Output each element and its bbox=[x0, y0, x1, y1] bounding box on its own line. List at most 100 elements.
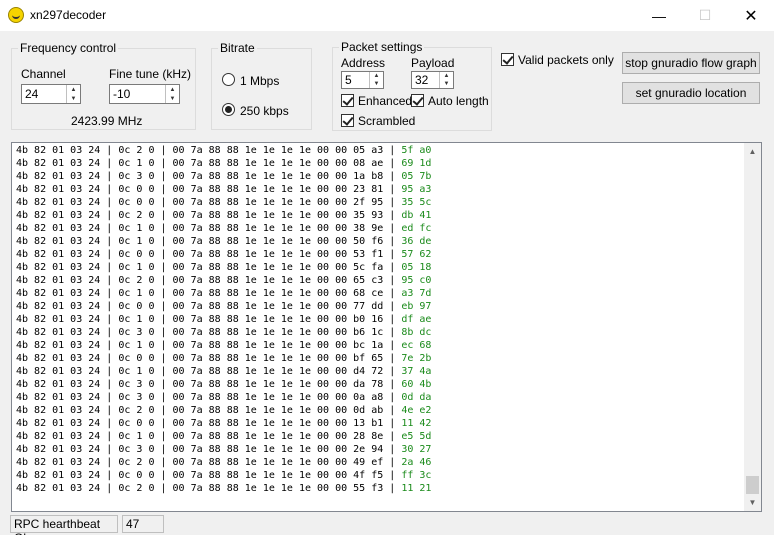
minimize-button[interactable]: — bbox=[636, 0, 682, 31]
log-line-bytes: 4b 82 01 03 24 | 0c 2 0 | 00 7a 88 88 1e… bbox=[16, 405, 402, 416]
channel-spinbox[interactable]: 24 ▲ ▼ bbox=[21, 84, 81, 104]
auto-length-label[interactable]: Auto length bbox=[428, 94, 489, 108]
log-line: 4b 82 01 03 24 | 0c 1 0 | 00 7a 88 88 1e… bbox=[16, 222, 431, 235]
stop-flow-graph-button[interactable]: stop gnuradio flow graph bbox=[622, 52, 760, 74]
chevron-down-icon[interactable]: ▼ bbox=[67, 94, 80, 103]
log-line: 4b 82 01 03 24 | 0c 0 0 | 00 7a 88 88 1e… bbox=[16, 248, 431, 261]
log-line-crc: 4e e2 bbox=[401, 405, 432, 416]
log-line: 4b 82 01 03 24 | 0c 3 0 | 00 7a 88 88 1e… bbox=[16, 326, 431, 339]
log-line-crc: 5f a0 bbox=[401, 145, 432, 156]
chevron-up-icon[interactable]: ▲ bbox=[67, 85, 80, 94]
valid-packets-checkbox[interactable] bbox=[501, 53, 514, 66]
maximize-button[interactable]: ☐ bbox=[682, 0, 728, 31]
window-title: xn297decoder bbox=[30, 8, 107, 22]
log-line: 4b 82 01 03 24 | 0c 3 0 | 00 7a 88 88 1e… bbox=[16, 170, 431, 183]
frequency-control-title: Frequency control bbox=[18, 41, 119, 55]
payload-spinbox[interactable]: 32 ▲ ▼ bbox=[411, 71, 454, 89]
log-line: 4b 82 01 03 24 | 0c 3 0 | 00 7a 88 88 1e… bbox=[16, 443, 431, 456]
log-line-bytes: 4b 82 01 03 24 | 0c 1 0 | 00 7a 88 88 1e… bbox=[16, 288, 402, 299]
enhanced-label[interactable]: Enhanced bbox=[358, 94, 412, 108]
log-line-crc: 0d da bbox=[401, 392, 432, 403]
address-label: Address bbox=[341, 56, 386, 70]
chevron-down-icon[interactable]: ▼ bbox=[440, 80, 453, 88]
log-line: 4b 82 01 03 24 | 0c 1 0 | 00 7a 88 88 1e… bbox=[16, 261, 431, 274]
packet-settings-group: Packet settings Address 5 ▲ ▼ Payload 32… bbox=[332, 40, 492, 131]
log-line-bytes: 4b 82 01 03 24 | 0c 2 0 | 00 7a 88 88 1e… bbox=[16, 145, 402, 156]
log-line-crc: 8b dc bbox=[401, 327, 432, 338]
packet-settings-title: Packet settings bbox=[339, 40, 425, 54]
chevron-up-icon[interactable]: ▲ bbox=[370, 72, 383, 80]
scroll-up-icon[interactable]: ▲ bbox=[744, 143, 761, 160]
set-gnuradio-location-button[interactable]: set gnuradio location bbox=[622, 82, 760, 104]
valid-packets-label[interactable]: Valid packets only bbox=[518, 53, 614, 67]
log-line-bytes: 4b 82 01 03 24 | 0c 3 0 | 00 7a 88 88 1e… bbox=[16, 171, 402, 182]
log-line: 4b 82 01 03 24 | 0c 1 0 | 00 7a 88 88 1e… bbox=[16, 287, 431, 300]
frequency-display: 2423.99 MHz bbox=[71, 114, 143, 128]
log-line-bytes: 4b 82 01 03 24 | 0c 0 0 | 00 7a 88 88 1e… bbox=[16, 197, 402, 208]
log-line: 4b 82 01 03 24 | 0c 1 0 | 00 7a 88 88 1e… bbox=[16, 339, 431, 352]
log-line-crc: 05 18 bbox=[401, 262, 432, 273]
log-line-bytes: 4b 82 01 03 24 | 0c 2 0 | 00 7a 88 88 1e… bbox=[16, 457, 402, 468]
log-line-bytes: 4b 82 01 03 24 | 0c 1 0 | 00 7a 88 88 1e… bbox=[16, 236, 402, 247]
log-line: 4b 82 01 03 24 | 0c 0 0 | 00 7a 88 88 1e… bbox=[16, 469, 431, 482]
scrambled-label[interactable]: Scrambled bbox=[358, 114, 415, 128]
log-line-bytes: 4b 82 01 03 24 | 0c 0 0 | 00 7a 88 88 1e… bbox=[16, 184, 402, 195]
packet-log-lines: 4b 82 01 03 24 | 0c 2 0 | 00 7a 88 88 1e… bbox=[16, 144, 431, 495]
bitrate-250kbps-radio[interactable] bbox=[222, 103, 235, 116]
bitrate-1mbps-radio[interactable] bbox=[222, 73, 235, 86]
log-line: 4b 82 01 03 24 | 0c 0 0 | 00 7a 88 88 1e… bbox=[16, 183, 431, 196]
log-line-crc: 11 21 bbox=[401, 483, 432, 494]
log-line: 4b 82 01 03 24 | 0c 2 0 | 00 7a 88 88 1e… bbox=[16, 209, 431, 222]
log-line: 4b 82 01 03 24 | 0c 1 0 | 00 7a 88 88 1e… bbox=[16, 157, 431, 170]
chevron-down-icon[interactable]: ▼ bbox=[166, 94, 179, 103]
scroll-thumb[interactable] bbox=[746, 476, 759, 494]
close-button[interactable]: ✕ bbox=[728, 0, 774, 31]
log-line: 4b 82 01 03 24 | 0c 0 0 | 00 7a 88 88 1e… bbox=[16, 417, 431, 430]
log-line-crc: 05 7b bbox=[401, 171, 432, 182]
address-spinbox[interactable]: 5 ▲ ▼ bbox=[341, 71, 384, 89]
channel-label: Channel bbox=[21, 67, 66, 81]
log-line-bytes: 4b 82 01 03 24 | 0c 1 0 | 00 7a 88 88 1e… bbox=[16, 262, 402, 273]
rpc-status: RPC hearthbeat Ok bbox=[10, 515, 118, 535]
log-line: 4b 82 01 03 24 | 0c 2 0 | 00 7a 88 88 1e… bbox=[16, 404, 431, 417]
log-line-crc: e5 5d bbox=[401, 431, 432, 442]
log-line-crc: 30 27 bbox=[401, 444, 432, 455]
log-line-crc: a3 7d bbox=[401, 288, 432, 299]
title-bar: xn297decoder — ☐ ✕ bbox=[0, 0, 774, 31]
log-line-bytes: 4b 82 01 03 24 | 0c 0 0 | 00 7a 88 88 1e… bbox=[16, 353, 402, 364]
log-scrollbar[interactable]: ▲ ▼ bbox=[744, 143, 761, 511]
log-line: 4b 82 01 03 24 | 0c 2 0 | 00 7a 88 88 1e… bbox=[16, 456, 431, 469]
log-line-bytes: 4b 82 01 03 24 | 0c 0 0 | 00 7a 88 88 1e… bbox=[16, 418, 402, 429]
payload-label: Payload bbox=[411, 56, 455, 70]
log-line: 4b 82 01 03 24 | 0c 3 0 | 00 7a 88 88 1e… bbox=[16, 391, 431, 404]
log-line-bytes: 4b 82 01 03 24 | 0c 3 0 | 00 7a 88 88 1e… bbox=[16, 379, 402, 390]
log-line: 4b 82 01 03 24 | 0c 0 0 | 00 7a 88 88 1e… bbox=[16, 352, 431, 365]
log-line-crc: 95 a3 bbox=[401, 184, 432, 195]
scroll-down-icon[interactable]: ▼ bbox=[744, 494, 761, 511]
auto-length-checkbox[interactable] bbox=[411, 94, 424, 107]
chevron-up-icon[interactable]: ▲ bbox=[166, 85, 179, 94]
log-line-crc: db 41 bbox=[401, 210, 432, 221]
fine-tune-spinbox[interactable]: -10 ▲ ▼ bbox=[109, 84, 180, 104]
bitrate-title: Bitrate bbox=[218, 41, 257, 55]
payload-value: 32 bbox=[415, 73, 429, 87]
log-line-crc: 37 4a bbox=[401, 366, 432, 377]
log-line-crc: eb 97 bbox=[401, 301, 432, 312]
log-line: 4b 82 01 03 24 | 0c 2 0 | 00 7a 88 88 1e… bbox=[16, 482, 431, 495]
packet-log[interactable]: 4b 82 01 03 24 | 0c 2 0 | 00 7a 88 88 1e… bbox=[11, 142, 762, 512]
log-line-crc: 36 de bbox=[401, 236, 432, 247]
log-line-crc: 57 62 bbox=[401, 249, 432, 260]
scrambled-checkbox[interactable] bbox=[341, 114, 354, 127]
bitrate-1mbps-label[interactable]: 1 Mbps bbox=[240, 74, 279, 88]
log-line-bytes: 4b 82 01 03 24 | 0c 1 0 | 00 7a 88 88 1e… bbox=[16, 158, 402, 169]
chevron-up-icon[interactable]: ▲ bbox=[440, 72, 453, 80]
log-line: 4b 82 01 03 24 | 0c 1 0 | 00 7a 88 88 1e… bbox=[16, 365, 431, 378]
chevron-down-icon[interactable]: ▼ bbox=[370, 80, 383, 88]
log-line-bytes: 4b 82 01 03 24 | 0c 3 0 | 00 7a 88 88 1e… bbox=[16, 392, 402, 403]
log-line-bytes: 4b 82 01 03 24 | 0c 2 0 | 00 7a 88 88 1e… bbox=[16, 483, 402, 494]
enhanced-checkbox[interactable] bbox=[341, 94, 354, 107]
bitrate-250kbps-label[interactable]: 250 kbps bbox=[240, 104, 289, 118]
log-line: 4b 82 01 03 24 | 0c 1 0 | 00 7a 88 88 1e… bbox=[16, 430, 431, 443]
log-line: 4b 82 01 03 24 | 0c 0 0 | 00 7a 88 88 1e… bbox=[16, 300, 431, 313]
log-line-bytes: 4b 82 01 03 24 | 0c 0 0 | 00 7a 88 88 1e… bbox=[16, 249, 402, 260]
